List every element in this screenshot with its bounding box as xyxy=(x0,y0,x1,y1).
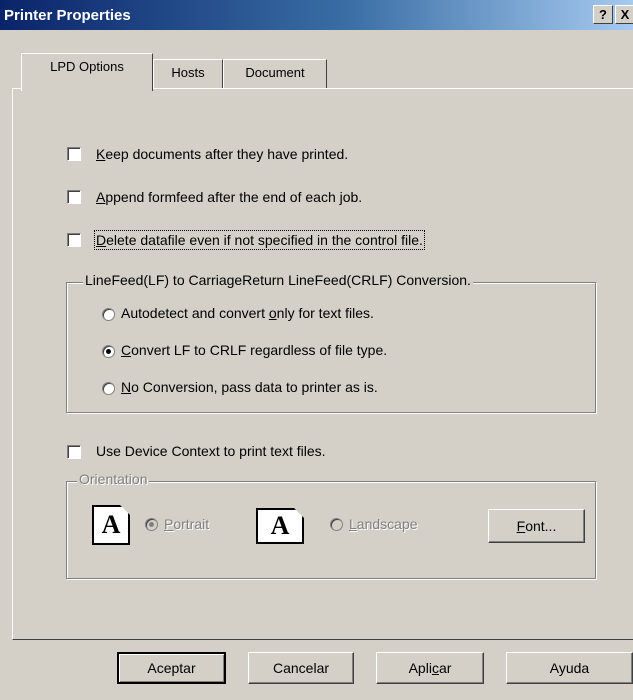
delete-datafile-label[interactable]: Delete datafile even if not specified in… xyxy=(94,230,425,250)
radio-selected-dot xyxy=(106,349,111,354)
autodetect-radio[interactable] xyxy=(102,308,115,321)
append-formfeed-checkbox[interactable] xyxy=(67,190,81,204)
use-device-context-checkbox[interactable] xyxy=(67,445,81,459)
keep-documents-label[interactable]: Keep documents after they have printed. xyxy=(96,146,348,162)
no-conversion-radio[interactable] xyxy=(102,382,115,395)
use-device-context-label[interactable]: Use Device Context to print text files. xyxy=(96,443,326,459)
no-conversion-label[interactable]: No Conversion, pass data to printer as i… xyxy=(121,379,378,395)
tab-lpd-options-label: LPD Options xyxy=(50,59,124,74)
page-fold-icon xyxy=(120,505,130,515)
landscape-radio[interactable] xyxy=(330,518,343,531)
tab-document[interactable]: Document xyxy=(223,59,327,89)
no-conversion-mnemonic: N xyxy=(121,379,132,395)
font-button-text: ont... xyxy=(525,518,557,534)
landscape-label[interactable]: Landscape xyxy=(349,516,418,532)
portrait-icon-letter: A xyxy=(101,510,121,539)
cancel-button[interactable]: Cancelar xyxy=(248,652,354,684)
keep-documents-mnemonic: K xyxy=(96,146,106,162)
portrait-mnemonic: P xyxy=(164,516,174,532)
convert-lf-mnemonic: C xyxy=(121,342,132,358)
tab-lpd-options[interactable]: LPD Options xyxy=(21,53,153,91)
orientation-group-legend: Orientation xyxy=(77,471,150,487)
apply-text-pre: Apli xyxy=(408,660,432,676)
font-button-mnemonic: F xyxy=(516,518,526,534)
autodetect-mnemonic: o xyxy=(268,305,277,321)
delete-datafile-checkbox[interactable] xyxy=(67,233,81,247)
tab-hosts[interactable]: Hosts xyxy=(153,59,223,89)
apply-button[interactable]: Aplicar xyxy=(376,652,484,684)
apply-mnemonic: c xyxy=(431,660,439,676)
close-button[interactable]: X xyxy=(615,5,633,24)
portrait-icon: A xyxy=(92,505,130,545)
landscape-icon-letter: A xyxy=(270,511,290,540)
append-formfeed-mnemonic: A xyxy=(96,189,106,205)
autodetect-text-pre: Autodetect and convert xyxy=(121,305,269,321)
autodetect-label[interactable]: Autodetect and convert only for text fil… xyxy=(121,305,374,321)
portrait-text: ortrait xyxy=(173,516,210,532)
convert-lf-radio[interactable] xyxy=(102,345,115,358)
tab-document-label: Document xyxy=(245,65,305,80)
no-conversion-text-post: o Conversion, pass data to printer as is… xyxy=(131,379,378,395)
help-footer-button[interactable]: Ayuda xyxy=(506,652,633,684)
landscape-icon: A xyxy=(256,508,304,544)
delete-datafile-text: elete datafile even if not specified in … xyxy=(106,232,423,248)
delete-datafile-mnemonic: D xyxy=(96,232,107,248)
portrait-label[interactable]: Portrait xyxy=(164,516,209,532)
ok-button[interactable]: Aceptar xyxy=(117,652,226,684)
help-button[interactable]: ? xyxy=(593,5,613,24)
append-formfeed-text: ppend formfeed after the end of each job… xyxy=(105,189,363,205)
title-bar: Printer Properties ? X xyxy=(0,0,633,30)
landscape-mnemonic: L xyxy=(349,516,357,532)
autodetect-text-post: nly for text files. xyxy=(276,305,374,321)
keep-documents-text: eep documents after they have printed. xyxy=(105,146,349,162)
conversion-group-legend: LineFeed(LF) to CarriageReturn LineFeed(… xyxy=(83,272,473,288)
radio-selected-dot xyxy=(149,522,154,527)
landscape-text: andscape xyxy=(356,516,418,532)
window-title: Printer Properties xyxy=(4,7,131,24)
font-button[interactable]: Font... xyxy=(488,509,585,543)
convert-lf-text-post: onvert LF to CRLF regardless of file typ… xyxy=(131,342,388,358)
convert-lf-label[interactable]: Convert LF to CRLF regardless of file ty… xyxy=(121,342,387,358)
keep-documents-checkbox[interactable] xyxy=(67,147,81,161)
apply-text-post: ar xyxy=(438,660,452,676)
tab-hosts-label: Hosts xyxy=(171,65,205,80)
page-fold-icon xyxy=(294,508,304,518)
portrait-radio[interactable] xyxy=(145,518,158,531)
append-formfeed-label[interactable]: Append formfeed after the end of each jo… xyxy=(96,189,362,205)
